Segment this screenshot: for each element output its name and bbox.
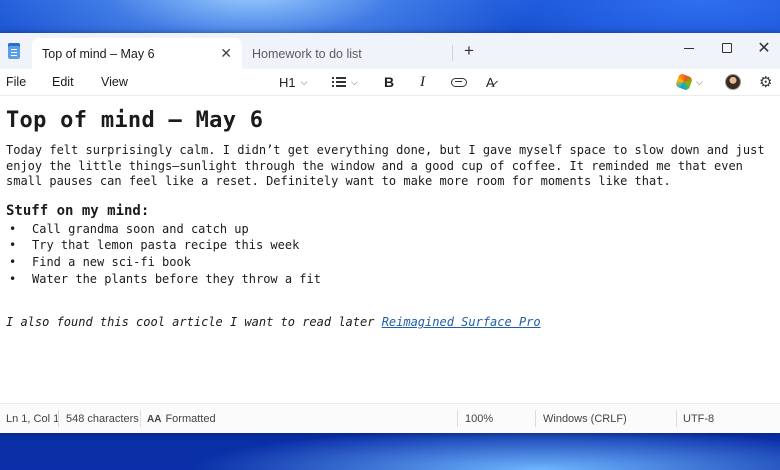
close-window-button[interactable]: ✕ xyxy=(745,37,780,59)
menu-view[interactable]: View xyxy=(101,75,128,89)
tab-label: Homework to do list xyxy=(252,46,362,61)
maximize-icon xyxy=(722,43,732,53)
divider xyxy=(457,410,458,427)
status-bar: Ln 1, Col 1 548 characters AA Formatted 1… xyxy=(0,403,780,433)
chevron-down-icon: ⌵ xyxy=(696,76,703,87)
clear-formatting-button[interactable]: A̷ xyxy=(486,73,495,91)
notepad-window: Top of mind – May 6 ✕ Homework to do lis… xyxy=(0,33,780,433)
format-status[interactable]: AA Formatted xyxy=(147,413,216,425)
line-ending[interactable]: Windows (CRLF) xyxy=(543,413,627,425)
tab-homework[interactable]: Homework to do list xyxy=(242,38,442,69)
list-dropdown[interactable]: ⌵ xyxy=(332,73,358,91)
heading-dropdown[interactable]: H1 ⌵ xyxy=(279,73,307,91)
menu-bar: File Edit View H1 ⌵ ⌵ B I A̷ ⌵ ⚙ xyxy=(0,69,780,96)
list-icon xyxy=(332,77,346,87)
article-link[interactable]: Reimagined Surface Pro xyxy=(382,315,541,329)
list-item: Try that lemon pasta recipe this week xyxy=(6,237,774,254)
article-line: I also found this cool article I want to… xyxy=(6,315,774,329)
divider xyxy=(676,410,677,427)
heading-label: H1 xyxy=(279,74,296,90)
article-text: I also found this cool article I want to… xyxy=(6,315,382,330)
cursor-position: Ln 1, Col 1 xyxy=(6,413,60,425)
notepad-app-icon xyxy=(8,43,20,59)
minimize-button[interactable] xyxy=(670,37,708,59)
bold-button[interactable]: B xyxy=(384,73,394,91)
settings-button[interactable]: ⚙ xyxy=(759,73,772,91)
chevron-down-icon: ⌵ xyxy=(351,76,358,87)
minimize-icon xyxy=(684,47,694,49)
menu-file[interactable]: File xyxy=(6,75,26,89)
account-button[interactable] xyxy=(725,73,741,91)
zoom-level[interactable]: 100% xyxy=(465,413,493,425)
document-editor[interactable]: Top of mind – May 6 Today felt surprisin… xyxy=(0,96,780,404)
encoding[interactable]: UTF-8 xyxy=(683,413,714,425)
italic-button[interactable]: I xyxy=(420,73,425,91)
document-paragraph: Today felt surprisingly calm. I didn’t g… xyxy=(6,143,765,188)
list-item: Call grandma soon and catch up xyxy=(6,221,774,238)
divider xyxy=(535,410,536,427)
link-icon xyxy=(451,77,467,87)
tab-divider xyxy=(452,45,453,61)
chevron-down-icon: ⌵ xyxy=(300,76,308,87)
gear-icon: ⚙ xyxy=(759,74,773,91)
tab-top-of-mind[interactable]: Top of mind – May 6 ✕ xyxy=(32,38,242,69)
avatar xyxy=(725,74,741,90)
section-heading: Stuff on my mind: xyxy=(6,202,150,219)
character-count: 548 characters xyxy=(66,413,139,425)
document-title: Top of mind – May 6 xyxy=(6,108,264,133)
text-format-icon: AA xyxy=(147,414,162,425)
list-item: Water the plants before they throw a fit xyxy=(6,271,774,288)
divider xyxy=(58,410,59,427)
format-label: Formatted xyxy=(165,413,216,425)
link-button[interactable] xyxy=(451,73,467,91)
bullet-list: Call grandma soon and catch up Try that … xyxy=(6,221,774,288)
new-tab-button[interactable]: + xyxy=(464,42,474,59)
copilot-button[interactable]: ⌵ xyxy=(675,73,703,91)
copilot-icon xyxy=(675,73,693,91)
tab-label: Top of mind – May 6 xyxy=(42,46,155,61)
maximize-button[interactable] xyxy=(708,37,746,59)
title-bar: Top of mind – May 6 ✕ Homework to do lis… xyxy=(0,33,780,69)
divider xyxy=(140,410,141,427)
menu-edit[interactable]: Edit xyxy=(52,75,74,89)
close-tab-icon[interactable]: ✕ xyxy=(220,46,232,60)
list-item: Find a new sci-fi book xyxy=(6,254,774,271)
